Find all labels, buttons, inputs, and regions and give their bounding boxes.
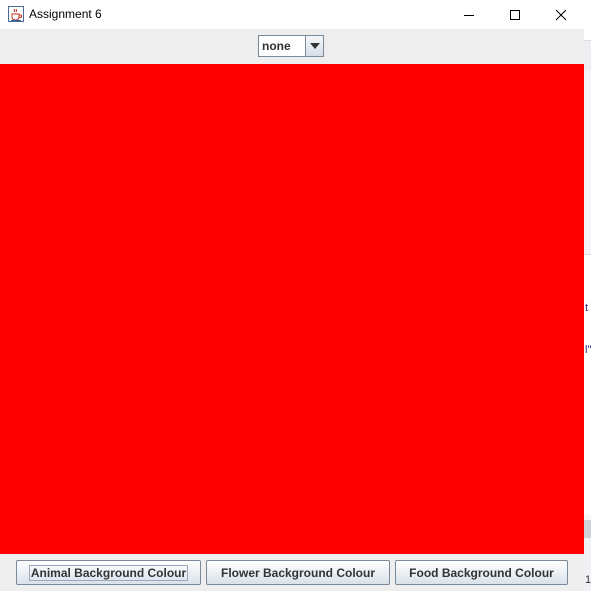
window-title: Assignment 6 (29, 7, 102, 21)
animal-button-label: Animal Background Colour (28, 564, 189, 581)
maximize-icon (510, 9, 520, 20)
minimize-icon (464, 14, 474, 16)
food-background-button[interactable]: Food Background Colour (395, 560, 568, 585)
java-cup-icon (8, 6, 24, 22)
minimize-button[interactable] (446, 0, 492, 29)
chevron-down-icon (309, 43, 320, 49)
maximize-button[interactable] (492, 0, 538, 29)
background-text-fragment: t (585, 302, 589, 314)
background-text-fragment: 1 (585, 574, 591, 586)
close-button[interactable] (538, 0, 584, 29)
flower-background-button[interactable]: Flower Background Colour (206, 560, 390, 585)
app-window: Assignment 6 none Animal Background Colo… (0, 0, 584, 591)
combo-selected-value: none (262, 39, 291, 53)
close-icon (555, 9, 567, 20)
background-window: t l" 1 (584, 0, 591, 591)
background-text-fragment: l" (585, 344, 591, 356)
title-bar[interactable]: Assignment 6 (0, 0, 584, 29)
colour-canvas (0, 64, 584, 554)
top-toolbar: none (0, 29, 584, 64)
combo-dropdown-button[interactable] (305, 36, 323, 56)
animal-background-button[interactable]: Animal Background Colour (16, 560, 201, 585)
screen: t l" 1 Assignment 6 none Animal Backgrou… (0, 0, 591, 591)
selection-combo-box[interactable]: none (258, 35, 324, 57)
bottom-button-bar: Animal Background Colour Flower Backgrou… (0, 554, 584, 591)
